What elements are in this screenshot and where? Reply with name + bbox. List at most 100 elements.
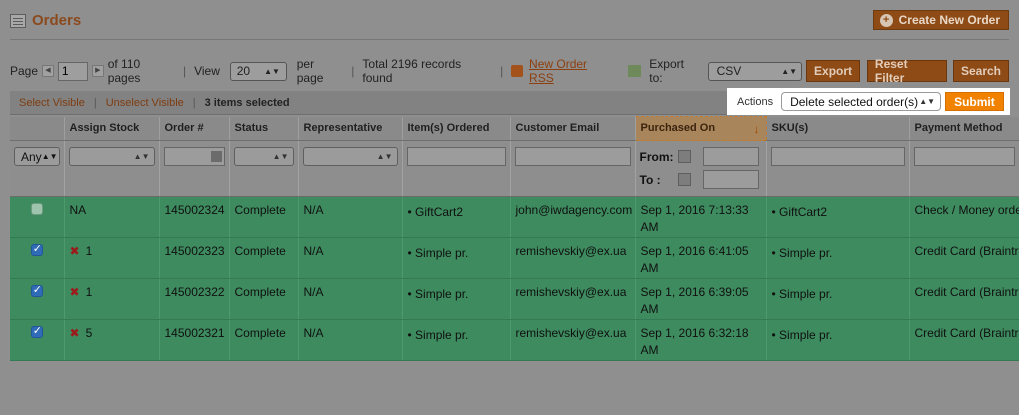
- assign-stock-value: 1: [85, 244, 93, 258]
- row-checkbox[interactable]: [30, 282, 43, 299]
- row-checkbox[interactable]: [30, 203, 43, 215]
- col-assign-stock[interactable]: Assign Stock: [64, 116, 160, 141]
- x-icon: ✖: [69, 285, 80, 299]
- date-to-input[interactable]: [702, 170, 759, 189]
- assign-stock-cell: ✖ 5: [64, 319, 160, 361]
- col-purchased-on-label: Purchased On: [640, 121, 716, 134]
- page-input[interactable]: [57, 61, 88, 81]
- search-button[interactable]: Search: [952, 60, 1010, 82]
- filter-row: Any ▲▼ ▲▼ ▲▼ ▲▼ From: To :: [10, 140, 1019, 197]
- customer-email-cell: remishevskiy@ex.ua: [510, 237, 636, 279]
- table-row[interactable]: ✖ 1 145002323CompleteN/A • Simple pr. remish…: [10, 237, 1019, 279]
- calendar-icon[interactable]: [677, 173, 691, 186]
- view-label: View: [194, 64, 220, 78]
- order-number-cell: 145002322: [159, 278, 230, 320]
- unselect-visible-link[interactable]: Unselect Visible: [106, 97, 184, 109]
- filter-cell: [766, 140, 910, 197]
- payment-method-cell: Credit Card (Braintree): [909, 278, 1019, 320]
- status-cell: Complete: [229, 196, 299, 238]
- sku-filter[interactable]: [770, 147, 905, 166]
- separator: |: [500, 64, 504, 78]
- calc-icon: [210, 151, 222, 162]
- updown-icon: ▲▼: [781, 66, 798, 76]
- updown-icon: ▲▼: [919, 97, 936, 106]
- col-checkbox: [10, 116, 65, 141]
- status-cell: Complete: [229, 237, 299, 279]
- status-cell: Complete: [229, 278, 299, 320]
- create-new-order-label: Create New Order: [898, 13, 1000, 27]
- filter-cell: Any ▲▼: [10, 140, 65, 197]
- prev-page-icon[interactable]: ◀: [42, 65, 54, 77]
- table-row[interactable]: NA 145002324 Complete N/A • GiftCart2 john@iw…: [10, 196, 1019, 238]
- create-new-order-button[interactable]: + Create New Order: [872, 10, 1009, 30]
- payment-method-cell: Check / Money order: [909, 196, 1019, 238]
- separator: |: [182, 64, 187, 78]
- x-icon: ✖: [69, 326, 80, 340]
- col-items-ordered[interactable]: Item(s) Ordered: [402, 116, 511, 141]
- separator: |: [192, 96, 196, 109]
- export-format-select[interactable]: CSV ▲▼: [707, 61, 803, 81]
- items-selected-count: 3 items selected: [204, 96, 290, 109]
- order-number-cell: 145002321: [159, 319, 230, 361]
- payment-method-cell: Credit Card (Braintree): [909, 237, 1019, 279]
- export-button[interactable]: Export: [806, 60, 861, 82]
- col-purchased-on[interactable]: Purchased On ↓: [634, 116, 767, 141]
- assign-stock-cell: ✖ 1: [64, 278, 160, 320]
- col-customer-email[interactable]: Customer Email: [510, 116, 636, 141]
- date-from-input[interactable]: [702, 147, 759, 166]
- sku-cell: • Simple pr.: [766, 237, 910, 279]
- submit-button[interactable]: Submit: [945, 92, 1004, 111]
- to-label: To :: [639, 172, 661, 187]
- rss-icon: [511, 65, 524, 77]
- per-page-value: 20: [236, 64, 251, 78]
- new-order-rss-link[interactable]: New Order RSS: [529, 57, 613, 85]
- per-page-select[interactable]: 20 ▲▼: [229, 61, 287, 81]
- col-payment-method[interactable]: Payment Method: [909, 116, 1019, 141]
- col-representative[interactable]: Representative: [298, 116, 403, 141]
- order-number-filter[interactable]: [163, 147, 225, 166]
- filter-cell: [909, 140, 1019, 197]
- row-checkbox[interactable]: [30, 241, 43, 258]
- representative-cell: N/A: [298, 196, 403, 238]
- export-format-value: CSV: [716, 64, 742, 78]
- next-page-icon[interactable]: ▶: [91, 65, 104, 77]
- col-status[interactable]: Status: [229, 116, 299, 141]
- row-checkbox-cell: [10, 237, 65, 279]
- order-number-cell: 145002323: [159, 237, 230, 279]
- divider: [10, 39, 1009, 40]
- items-ordered-filter[interactable]: [406, 147, 506, 166]
- purchased-on-cell: Sep 1, 2016 6:39:05 AM: [635, 278, 767, 320]
- payment-method-filter[interactable]: [913, 147, 1015, 166]
- customer-email-filter[interactable]: [514, 147, 631, 166]
- select-visible-link[interactable]: Select Visible: [19, 97, 85, 109]
- filter-cell: [159, 140, 230, 197]
- sku-cell: • Simple pr.: [766, 278, 910, 320]
- mass-action-select[interactable]: Delete selected order(s) ▲▼: [781, 92, 942, 111]
- filter-cell: ▲▼: [64, 140, 160, 197]
- representative-cell: N/A: [298, 319, 403, 361]
- filter-cell: ▲▼: [298, 140, 403, 197]
- customer-email-cell: remishevskiy@ex.ua: [510, 319, 636, 361]
- purchased-on-cell: Sep 1, 2016 6:32:18 AM: [635, 319, 767, 361]
- col-sku[interactable]: SKU(s): [766, 116, 910, 141]
- row-checkbox-cell: [10, 278, 65, 320]
- items-ordered-cell: • GiftCart2: [402, 196, 511, 238]
- items-ordered-cell: • Simple pr.: [402, 278, 511, 320]
- col-order-number[interactable]: Order #: [159, 116, 230, 141]
- representative-cell: N/A: [298, 237, 403, 279]
- any-filter-select[interactable]: Any ▲▼: [14, 147, 60, 166]
- title-bar: Orders + Create New Order: [10, 8, 1009, 38]
- reset-filter-button[interactable]: Reset Filter: [866, 57, 948, 85]
- x-icon: ✖: [69, 244, 80, 258]
- assign-stock-filter[interactable]: ▲▼: [68, 147, 155, 166]
- status-filter[interactable]: ▲▼: [233, 147, 294, 166]
- export-label: Export to:: [649, 57, 684, 85]
- calendar-icon[interactable]: [677, 150, 691, 163]
- purchased-on-cell: Sep 1, 2016 6:41:05 AM: [635, 237, 767, 279]
- table-row[interactable]: ✖1145002322CompleteN/A• Simple pr.remish…: [10, 278, 1019, 320]
- plus-icon: +: [879, 13, 893, 27]
- table-row[interactable]: ✖5145002321CompleteN/A• Simple pr.remish…: [10, 319, 1019, 361]
- updown-icon: ▲▼: [264, 66, 280, 76]
- row-checkbox[interactable]: [30, 323, 43, 340]
- representative-filter[interactable]: ▲▼: [302, 147, 398, 166]
